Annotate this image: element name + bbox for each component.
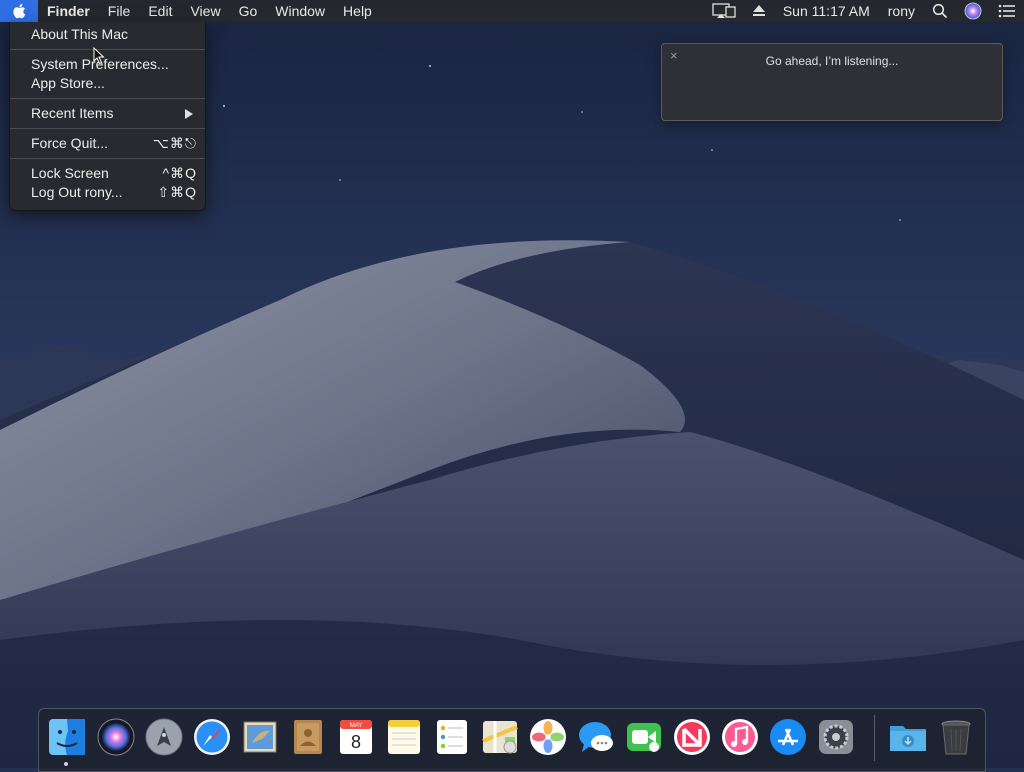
menu-separator bbox=[10, 98, 205, 99]
menu-item-label: About This Mac bbox=[31, 26, 129, 42]
menu-shortcut: ^⌘Q bbox=[162, 165, 197, 181]
mail-icon[interactable] bbox=[240, 717, 280, 757]
menu-go[interactable]: Go bbox=[230, 0, 267, 22]
menu-item-label: Log Out rony... bbox=[31, 184, 123, 200]
menu-item-label: Force Quit... bbox=[31, 135, 109, 151]
itunes-icon[interactable] bbox=[720, 717, 760, 757]
contacts-icon[interactable] bbox=[288, 717, 328, 757]
menu-item-about-this-mac[interactable]: About This Mac bbox=[10, 25, 205, 44]
menu-help[interactable]: Help bbox=[334, 0, 381, 22]
menu-item-recent-items[interactable]: Recent Items bbox=[10, 104, 205, 123]
dock: MAY 8 bbox=[38, 708, 986, 772]
siri-notification-panel: × Go ahead, I’m listening... bbox=[661, 43, 1003, 121]
calendar-day-label: 8 bbox=[351, 732, 361, 752]
finder-icon[interactable] bbox=[47, 717, 87, 757]
menu-bar-status-area: Sun 11:17 AM rony bbox=[704, 0, 1024, 22]
menu-bar: Finder File Edit View Go Window Help Sun… bbox=[0, 0, 1024, 22]
notification-center-icon[interactable] bbox=[990, 0, 1024, 22]
siri-icon[interactable] bbox=[96, 717, 136, 757]
menu-separator bbox=[10, 158, 205, 159]
menu-item-lock-screen[interactable]: Lock Screen ^⌘Q bbox=[10, 164, 205, 183]
mouse-cursor-icon bbox=[93, 47, 105, 65]
notes-icon[interactable] bbox=[384, 717, 424, 757]
calendar-month-label: MAY bbox=[350, 723, 363, 729]
menu-item-force-quit[interactable]: Force Quit... ⌥⌘⎋ bbox=[10, 134, 205, 153]
news-icon[interactable] bbox=[672, 717, 712, 757]
menu-bar-user[interactable]: rony bbox=[879, 0, 924, 22]
menu-bar-clock[interactable]: Sun 11:17 AM bbox=[774, 0, 879, 22]
menu-view[interactable]: View bbox=[181, 0, 229, 22]
facetime-icon[interactable] bbox=[624, 717, 664, 757]
trash-icon[interactable] bbox=[936, 717, 976, 757]
menu-shortcut: ⇧⌘Q bbox=[157, 184, 197, 200]
app-store-icon[interactable] bbox=[768, 717, 808, 757]
calendar-icon[interactable]: MAY 8 bbox=[336, 717, 376, 757]
app-menu-finder[interactable]: Finder bbox=[38, 0, 99, 22]
safari-icon[interactable] bbox=[192, 717, 232, 757]
apple-logo-icon bbox=[13, 3, 26, 19]
siri-message: Go ahead, I’m listening... bbox=[765, 54, 899, 68]
reminders-icon[interactable] bbox=[432, 717, 472, 757]
apple-menu-button[interactable] bbox=[0, 0, 38, 22]
photos-icon[interactable] bbox=[528, 717, 568, 757]
menu-item-app-store[interactable]: App Store... bbox=[10, 74, 205, 93]
maps-icon[interactable] bbox=[480, 717, 520, 757]
running-indicator bbox=[64, 762, 68, 766]
menu-item-label: Lock Screen bbox=[31, 165, 109, 181]
apple-dropdown-menu: About This Mac System Preferences... App… bbox=[9, 22, 206, 211]
dock-divider bbox=[874, 715, 875, 761]
siri-menu-icon[interactable] bbox=[956, 0, 990, 22]
menu-separator bbox=[10, 49, 205, 50]
eject-icon[interactable] bbox=[744, 0, 774, 22]
menu-item-system-preferences[interactable]: System Preferences... bbox=[10, 55, 205, 74]
menu-file[interactable]: File bbox=[99, 0, 140, 22]
menu-edit[interactable]: Edit bbox=[139, 0, 181, 22]
system-preferences-icon[interactable] bbox=[816, 717, 856, 757]
submenu-arrow-icon bbox=[185, 109, 193, 119]
menu-separator bbox=[10, 128, 205, 129]
menu-item-log-out[interactable]: Log Out rony... ⇧⌘Q bbox=[10, 183, 205, 202]
downloads-folder-icon[interactable] bbox=[888, 717, 928, 757]
menu-window[interactable]: Window bbox=[266, 0, 334, 22]
menu-shortcut: ⌥⌘⎋ bbox=[152, 135, 197, 151]
launchpad-icon[interactable] bbox=[144, 717, 184, 757]
airplay-display-icon[interactable] bbox=[704, 0, 744, 22]
menu-item-label: App Store... bbox=[31, 75, 105, 91]
spotlight-search-icon[interactable] bbox=[924, 0, 956, 22]
messages-icon[interactable] bbox=[576, 717, 616, 757]
menu-item-label: Recent Items bbox=[31, 105, 114, 121]
